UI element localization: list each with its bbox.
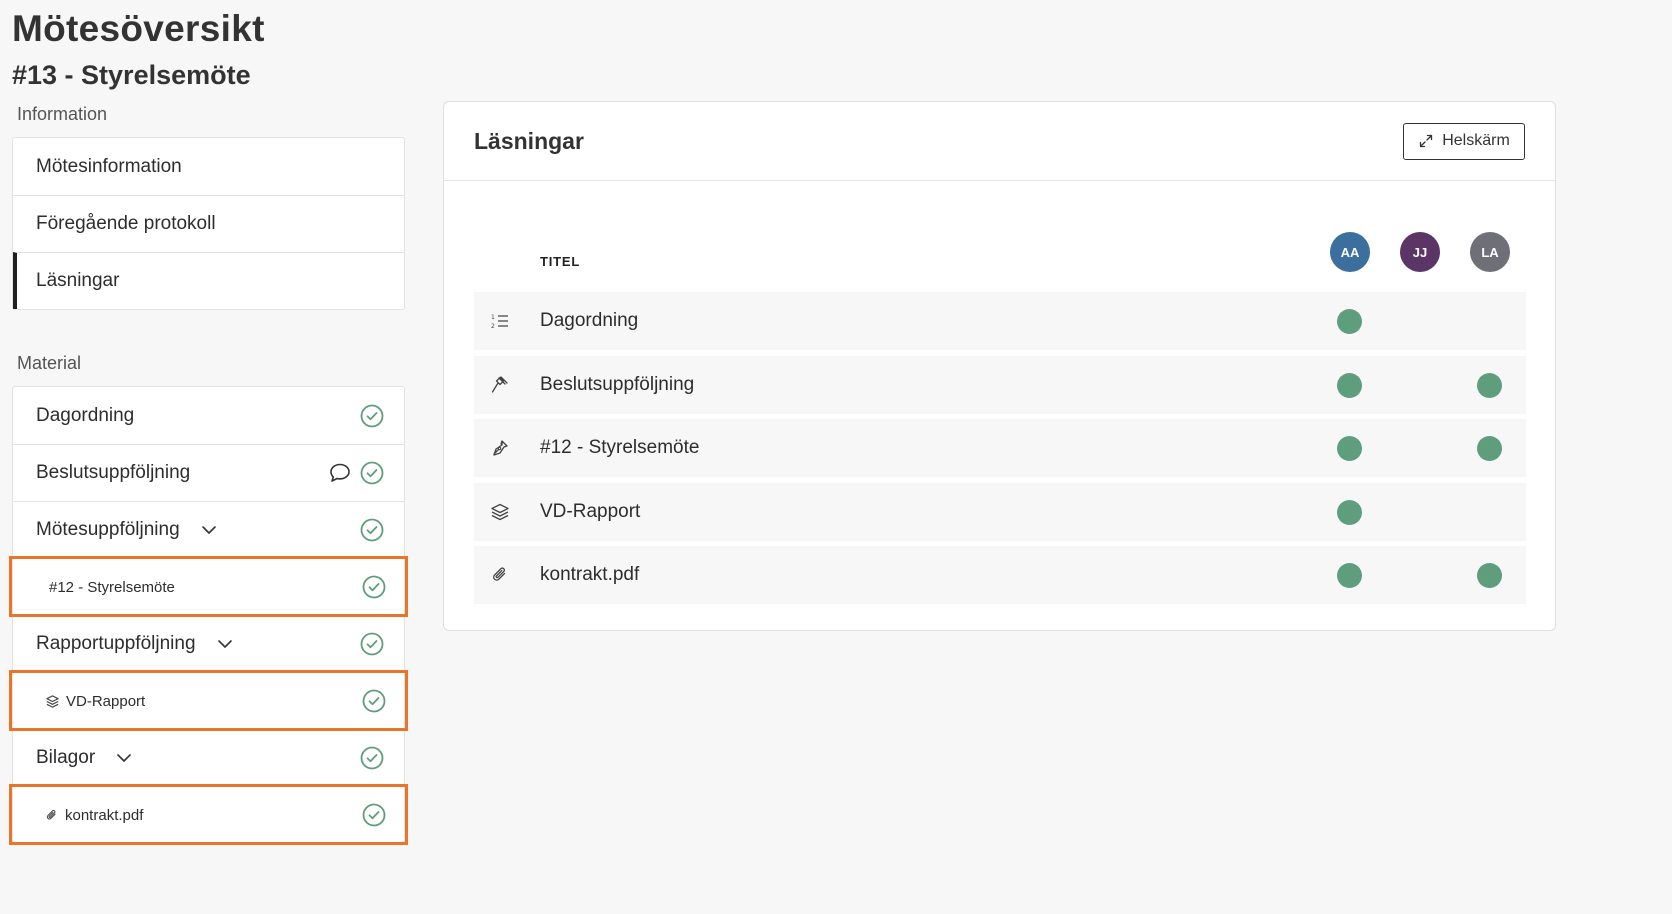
pen-nib-icon <box>490 438 510 458</box>
svg-text:1: 1 <box>491 314 495 321</box>
avatar[interactable]: AA <box>1330 232 1370 272</box>
material-item-rapportuppfoljning[interactable]: Rapportuppföljning <box>13 615 404 672</box>
check-icon <box>360 461 384 485</box>
gavel-icon <box>490 375 510 395</box>
material-item-label: Bilagor <box>36 747 96 768</box>
row-title: Dagordning <box>540 310 639 331</box>
material-nav: Dagordning Beslutsuppföljning Mötesuppfö… <box>9 386 408 845</box>
read-indicator <box>1337 563 1362 588</box>
nav-item-label: Föregående protokoll <box>36 213 216 234</box>
table-row[interactable]: 12 Dagordning <box>474 292 1526 350</box>
page-subtitle: #13 - Styrelsemöte <box>12 60 251 90</box>
material-subitem-styrelsemote-12[interactable]: #12 - Styrelsemöte <box>9 556 408 617</box>
fullscreen-button-label: Helskärm <box>1442 132 1510 149</box>
material-item-label: Beslutsuppföljning <box>36 462 191 483</box>
svg-text:2: 2 <box>491 323 495 330</box>
avatar[interactable]: LA <box>1470 232 1510 272</box>
expand-icon <box>1418 133 1434 149</box>
layers-icon <box>490 502 510 522</box>
material-subitem-vd-rapport[interactable]: VD-Rapport <box>9 670 408 731</box>
material-item-label: VD-Rapport <box>66 692 146 710</box>
material-item-label: Dagordning <box>36 404 135 426</box>
information-section-label: Information <box>17 104 108 124</box>
readings-panel: Läsningar Helskärm TITEL AA JJ LA 12 Dag… <box>443 101 1556 631</box>
read-indicator <box>1337 372 1362 398</box>
table-row[interactable]: #12 - Styrelsemöte <box>474 419 1526 477</box>
chevron-down-icon[interactable] <box>216 635 234 653</box>
material-item-bilagor[interactable]: Bilagor <box>13 729 404 786</box>
avatar[interactable]: JJ <box>1400 232 1440 272</box>
material-item-label: Rapportuppföljning <box>36 633 196 654</box>
information-nav: Mötesinformation Föregående protokoll Lä… <box>12 137 405 310</box>
readings-table: TITEL AA JJ LA 12 Dagordning Beslutsuppf… <box>474 232 1526 610</box>
nav-item-label: Läsningar <box>36 270 120 291</box>
check-icon <box>360 746 384 770</box>
check-icon <box>362 803 386 827</box>
comment-icon[interactable] <box>328 461 352 485</box>
material-item-label: kontrakt.pdf <box>65 806 144 824</box>
row-title: Beslutsuppföljning <box>540 373 695 395</box>
read-indicator <box>1477 563 1502 588</box>
material-subitem-kontrakt-pdf[interactable]: kontrakt.pdf <box>9 784 408 845</box>
panel-title: Läsningar <box>474 127 584 154</box>
material-item-label: #12 - Styrelsemöte <box>49 578 175 596</box>
page-title: Mötesöversikt <box>12 8 265 49</box>
check-icon <box>360 632 384 656</box>
check-icon <box>362 575 386 599</box>
read-indicator <box>1337 436 1362 461</box>
nav-item-foregaende-protokoll[interactable]: Föregående protokoll <box>13 195 404 252</box>
table-header: TITEL AA JJ LA <box>474 232 1526 292</box>
panel-header: Läsningar Helskärm <box>444 102 1555 181</box>
nav-item-label: Mötesinformation <box>36 155 182 177</box>
check-icon <box>360 404 384 428</box>
paperclip-icon <box>45 808 59 822</box>
paperclip-icon <box>490 565 510 585</box>
nav-item-motesinformation[interactable]: Mötesinformation <box>13 138 404 195</box>
material-item-label: Mötesuppföljning <box>36 519 180 540</box>
table-row[interactable]: VD-Rapport <box>474 482 1526 541</box>
chevron-down-icon[interactable] <box>200 521 218 539</box>
table-row[interactable]: Beslutsuppföljning <box>474 355 1526 414</box>
read-indicator <box>1337 309 1362 334</box>
check-icon <box>362 689 386 713</box>
read-indicator <box>1337 499 1362 525</box>
numbered-list-icon: 12 <box>490 311 510 331</box>
table-row[interactable]: kontrakt.pdf <box>474 546 1526 604</box>
material-item-beslutsuppfoljning[interactable]: Beslutsuppföljning <box>13 444 404 501</box>
check-icon <box>360 518 384 542</box>
row-title: VD-Rapport <box>540 500 641 522</box>
column-title-header: TITEL <box>540 254 581 269</box>
fullscreen-button[interactable]: Helskärm <box>1403 122 1525 160</box>
read-indicator <box>1477 372 1502 398</box>
nav-item-lasningar[interactable]: Läsningar <box>13 252 404 309</box>
chevron-down-icon[interactable] <box>115 749 133 767</box>
row-title: #12 - Styrelsemöte <box>540 437 700 458</box>
material-section-label: Material <box>17 353 82 373</box>
material-item-motesuppfoljning[interactable]: Mötesuppföljning <box>13 501 404 558</box>
row-title: kontrakt.pdf <box>540 564 640 585</box>
read-indicator <box>1477 436 1502 461</box>
material-item-dagordning[interactable]: Dagordning <box>13 387 404 444</box>
layers-icon <box>45 694 60 709</box>
